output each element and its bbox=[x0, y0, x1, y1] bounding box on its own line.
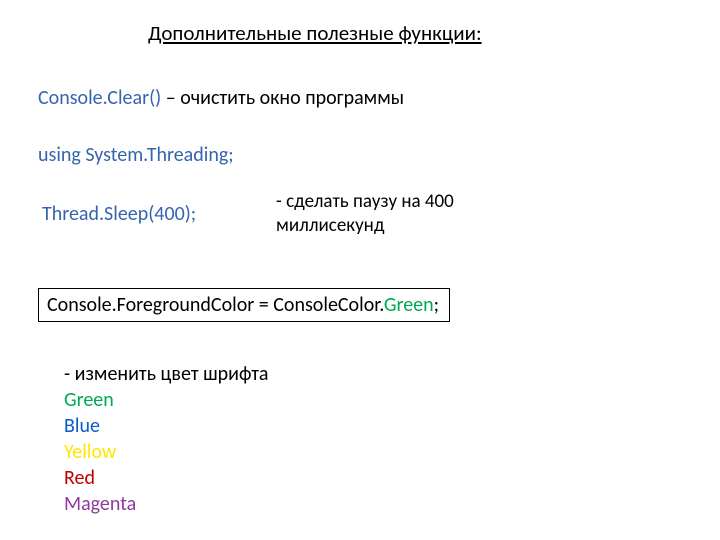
console-clear-desc: – очистить окно программы bbox=[161, 86, 404, 110]
color-blue: Blue bbox=[64, 413, 269, 439]
foreground-color-prefix: Console.ForegroundColor = ConsoleColor. bbox=[47, 293, 384, 317]
color-yellow: Yellow bbox=[64, 439, 269, 465]
color-magenta: Magenta bbox=[64, 491, 269, 517]
thread-sleep-desc-line1: - сделать паузу на 400 bbox=[276, 190, 454, 213]
section-title: Дополнительные полезные функции: bbox=[148, 20, 482, 46]
foreground-color-box: Console.ForegroundColor = ConsoleColor.G… bbox=[38, 288, 450, 322]
color-red: Red bbox=[64, 465, 269, 491]
thread-sleep-row: Thread.Sleep(400); - сделать паузу на 40… bbox=[42, 190, 682, 238]
console-clear-line: Console.Clear() – очистить окно программ… bbox=[38, 86, 404, 110]
thread-sleep-desc: - сделать паузу на 400 миллисекунд bbox=[276, 190, 656, 238]
color-green: Green bbox=[64, 387, 269, 413]
using-directive: using System.Threading; bbox=[38, 143, 234, 167]
thread-sleep-desc-line2: миллисекунд bbox=[276, 214, 384, 237]
console-clear-code: Console.Clear() bbox=[38, 86, 161, 110]
foreground-color-semicolon: ; bbox=[434, 293, 439, 317]
colors-intro: - изменить цвет шрифта bbox=[64, 361, 269, 387]
colors-list: - изменить цвет шрифта Green Blue Yellow… bbox=[64, 361, 269, 517]
thread-sleep-code: Thread.Sleep(400); bbox=[42, 202, 276, 226]
foreground-color-green: Green bbox=[384, 293, 434, 317]
